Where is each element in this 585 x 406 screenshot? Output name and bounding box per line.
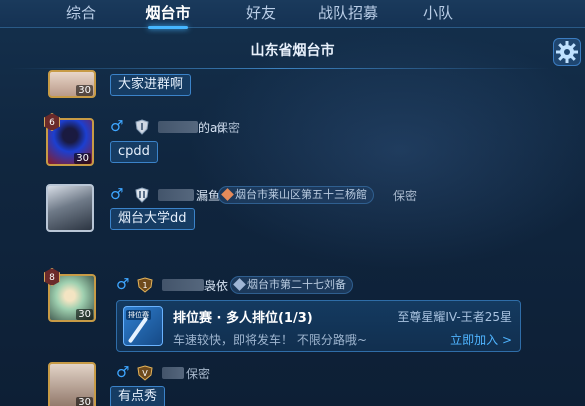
post-meta: ♂ 的ad 保密 xyxy=(110,117,310,136)
chat-screen: 综合 烟台市 好友 战队招募 小队 山东省烟台市 30 大家进群啊 30 6 ♂… xyxy=(0,0,585,406)
location-chip: 烟台市第二十七刘备 xyxy=(230,276,353,294)
tab-bar: 综合 烟台市 好友 战队招募 小队 xyxy=(0,0,585,29)
avatar[interactable] xyxy=(46,184,94,232)
avatar-level: 30 xyxy=(76,397,93,406)
male-icon: ♂ xyxy=(116,363,130,381)
masked-username xyxy=(158,189,194,201)
male-icon: ♂ xyxy=(110,185,124,203)
tab-squad[interactable]: 小队 xyxy=(423,2,453,26)
avatar[interactable]: 30 xyxy=(48,362,96,406)
privacy-label: 保密 xyxy=(216,121,241,135)
avatar-level: 30 xyxy=(74,153,91,164)
male-icon: ♂ xyxy=(110,117,124,135)
tab-team-recruit[interactable]: 战队招募 xyxy=(313,2,383,26)
chat-bubble: 大家进群啊 xyxy=(110,74,192,96)
rank-shield-icon: V xyxy=(136,365,153,381)
location-chip: 烟台市莱山区第五十三杨館 xyxy=(218,186,374,204)
team-invite-card[interactable]: 排位赛 排位赛 · 多人排位(1/3) 至尊星耀IV-王者25星 车速较快，即将… xyxy=(116,300,521,352)
invite-title: 排位赛 · 多人排位(1/3) xyxy=(173,311,313,326)
post-meta: ♂ 1 袅依 烟台市第二十七刘备 xyxy=(116,275,376,294)
location-gem-icon xyxy=(221,188,234,201)
avatar-level: 30 xyxy=(76,309,93,320)
invite-rank-range: 至尊星耀IV-王者25星 xyxy=(397,310,512,324)
male-icon: ♂ xyxy=(116,275,130,293)
chat-bubble: 有点秀 xyxy=(110,386,166,406)
rank-shield-icon: 1 xyxy=(136,277,153,293)
rank-shield-icon xyxy=(134,187,150,203)
masked-username xyxy=(158,121,198,133)
post-meta: ♂ V 保密 xyxy=(116,363,276,382)
rank-shield-icon xyxy=(134,119,150,135)
chat-bubble: cpdd xyxy=(110,141,158,163)
privacy-label: 保密 xyxy=(393,189,418,203)
location-text: 烟台市莱山区第五十三杨館 xyxy=(235,188,367,201)
masked-username xyxy=(162,367,184,379)
chat-bubble: 烟台大学dd xyxy=(110,208,195,230)
tab-general[interactable]: 综合 xyxy=(63,2,99,26)
ranked-match-logo-icon: 排位赛 xyxy=(123,306,163,346)
username-suffix: 袅依 xyxy=(204,279,229,293)
svg-text:V: V xyxy=(142,369,148,378)
join-now-button[interactable]: 立即加入 > xyxy=(450,331,512,348)
masked-username xyxy=(162,279,204,291)
avatar-level: 30 xyxy=(76,85,93,96)
username-suffix: 漏鱼 xyxy=(196,189,221,203)
region-divider xyxy=(10,68,550,69)
avatar[interactable]: 30 xyxy=(48,70,96,98)
privacy-label: 保密 xyxy=(186,367,211,381)
location-text: 烟台市第二十七刘备 xyxy=(247,278,346,291)
gear-icon[interactable] xyxy=(553,38,581,66)
tab-yantai-city[interactable]: 烟台市 xyxy=(140,2,196,29)
invite-message: 车速较快，即将发车！ 不限分路哦~ xyxy=(173,333,367,347)
svg-text:1: 1 xyxy=(142,281,147,290)
region-title: 山东省烟台市 xyxy=(250,43,335,59)
location-gem-icon xyxy=(233,278,246,291)
post-meta: ♂ 漏鱼 烟台市莱山区第五十三杨館 保密 xyxy=(110,185,430,204)
tab-friends[interactable]: 好友 xyxy=(243,2,279,26)
